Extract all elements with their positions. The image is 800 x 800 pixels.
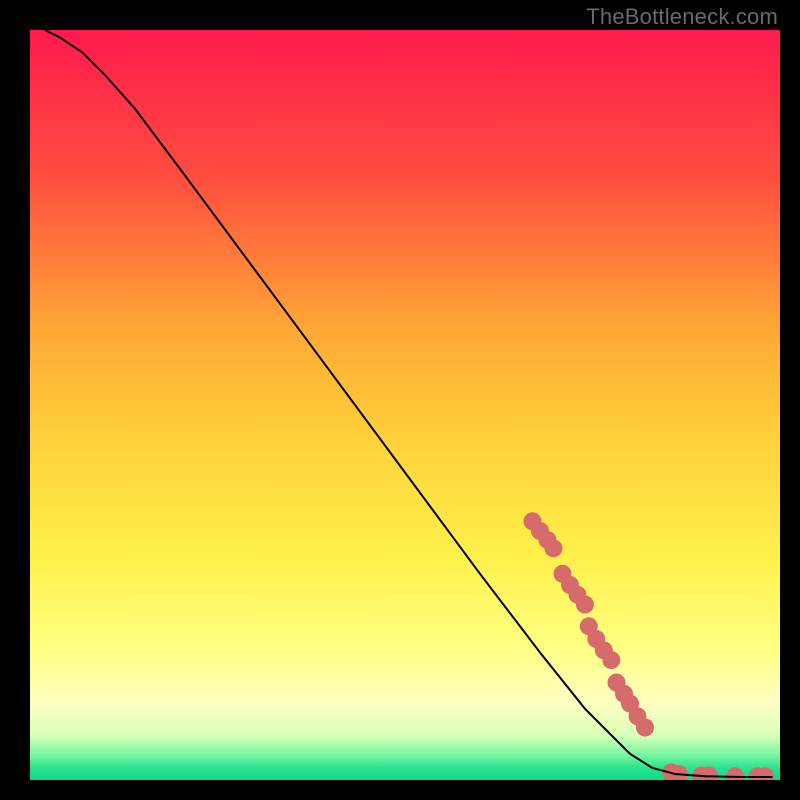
watermark-label: TheBottleneck.com [586,4,778,30]
data-point [576,596,594,614]
data-point [602,651,620,669]
chart-area [30,30,780,780]
chart-svg [30,30,780,780]
data-point [545,539,563,557]
data-point [636,719,654,737]
gradient-background [30,30,780,780]
